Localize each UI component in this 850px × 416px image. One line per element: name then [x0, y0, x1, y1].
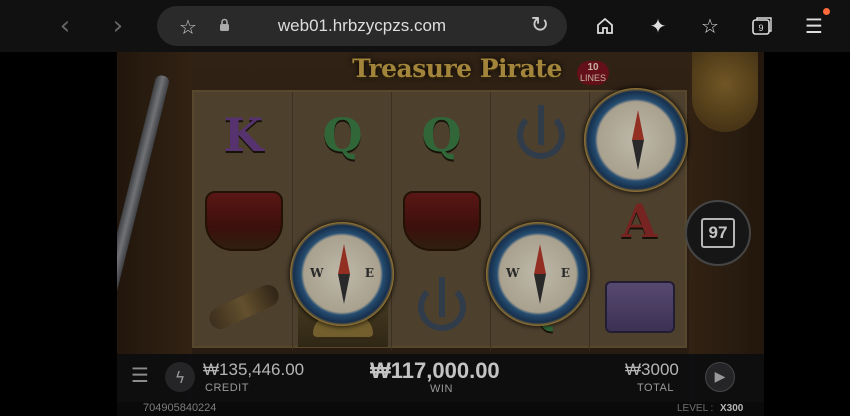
symbol-cell [491, 92, 590, 178]
reel-grid: K Q Q A W E W E [192, 88, 689, 350]
spin-counter-value: 97 [701, 218, 735, 248]
menu-icon[interactable]: ☰ [801, 13, 827, 39]
back-icon[interactable]: ‹ [51, 11, 79, 41]
q-symbol: Q [322, 108, 363, 162]
win-label: WIN [430, 383, 453, 395]
lamp-decoration [692, 52, 758, 132]
compass-wild-symbol: W E [486, 222, 590, 326]
home-icon[interactable] [592, 13, 618, 39]
symbol-cell: Q [392, 92, 491, 178]
game-viewport[interactable]: Treasure Pirate 10 LINES K Q Q A W E W E… [117, 52, 764, 416]
favorites-icon[interactable]: ☆ [697, 13, 723, 39]
symbol-cell [590, 264, 689, 350]
anchor-symbol [417, 277, 466, 331]
browser-toolbar: ‹ › ☆ web01.hrbzycpzs.com ↻ ✦ ☆ 9 ☰ [0, 0, 850, 52]
compass-wild-symbol [584, 88, 688, 192]
symbol-cell: K [194, 92, 293, 178]
game-logo: Treasure Pirate [352, 54, 562, 83]
footer-bar: 704905840224 LEVEL : X300 [117, 402, 764, 416]
spyglass-symbol [205, 281, 282, 333]
symbol-cell [392, 178, 491, 264]
forward-icon[interactable]: › [104, 11, 132, 41]
address-bar[interactable]: ☆ web01.hrbzycpzs.com ↻ [157, 6, 567, 46]
total-bet-value[interactable]: ₩3000 [625, 360, 679, 380]
reel-1: K [194, 92, 293, 350]
url-text[interactable]: web01.hrbzycpzs.com [157, 16, 567, 36]
symbol-cell [392, 264, 491, 350]
k-symbol: K [223, 108, 264, 162]
symbol-cell [194, 178, 293, 264]
ship-symbol [204, 191, 283, 251]
level-label: LEVEL : [677, 403, 714, 414]
notification-dot [823, 8, 830, 15]
compass-wild-symbol: W E [290, 222, 394, 326]
turbo-icon[interactable]: ϟ [165, 362, 195, 392]
hamburger-menu-icon[interactable]: ☰ [131, 365, 151, 385]
tab-count: 9 [758, 23, 763, 33]
reload-icon[interactable]: ↻ [531, 13, 549, 38]
a-symbol: A [621, 194, 658, 248]
sparkle-icon[interactable]: ✦ [645, 13, 671, 39]
spin-counter-button[interactable]: 97 [685, 200, 751, 266]
sword-decoration [117, 74, 171, 330]
symbol-cell [194, 264, 293, 350]
ship-symbol [402, 191, 481, 251]
q-symbol: Q [421, 108, 462, 162]
lines-badge: 10 LINES [577, 61, 609, 85]
anchor-symbol [516, 105, 565, 159]
credit-value: ₩135,446.00 [203, 360, 305, 379]
credit-label: CREDIT [205, 382, 249, 394]
map-symbol [604, 281, 675, 333]
tabs-icon[interactable]: 9 [749, 13, 775, 39]
round-id: 704905840224 [143, 402, 217, 414]
bottom-hud: ☰ ϟ ₩135,446.00 CREDIT ₩117,000.00 WIN ₩… [117, 354, 764, 402]
symbol-cell: Q [293, 92, 392, 178]
total-bet-label: TOTAL [637, 382, 674, 394]
autoplay-icon[interactable]: ▶ [705, 362, 735, 392]
reel-3: Q [392, 92, 491, 350]
level-value: X300 [720, 403, 744, 414]
win-value: ₩117,000.00 [370, 358, 500, 383]
